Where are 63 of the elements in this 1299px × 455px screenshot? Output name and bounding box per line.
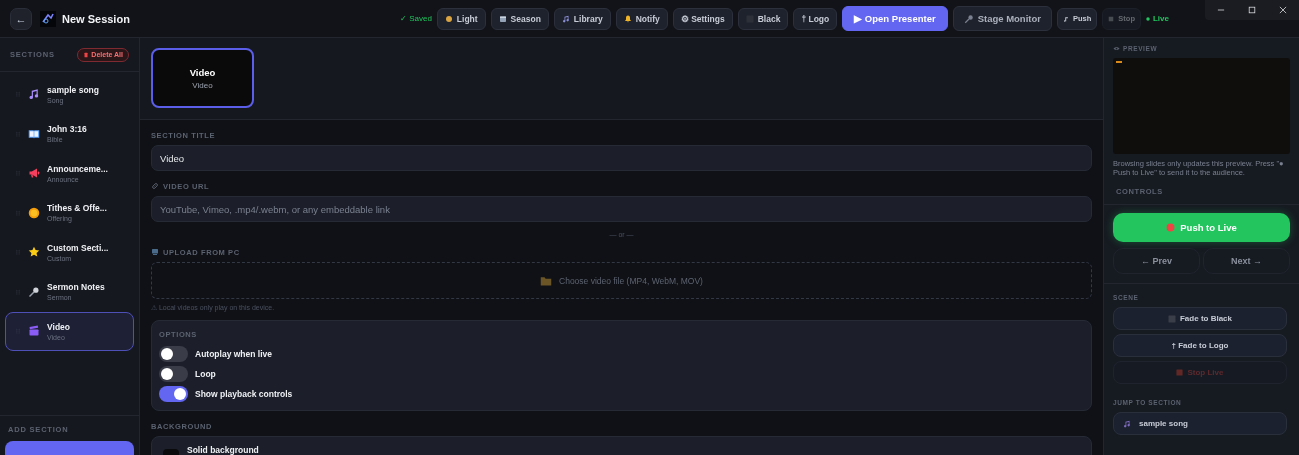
folder-icon	[540, 274, 553, 287]
section-title: John 3:16	[47, 124, 87, 135]
toolbar-button[interactable]: Notify	[615, 7, 668, 30]
eye-icon	[1113, 45, 1120, 52]
toggle-label: Loop	[195, 369, 216, 379]
jump-item[interactable]: sample song	[1113, 412, 1287, 435]
sun-icon	[444, 14, 453, 23]
toggle-switch[interactable]	[159, 346, 188, 362]
coin-icon	[28, 206, 40, 219]
section-title-field[interactable]: Video	[151, 145, 1092, 171]
music-note-icon	[561, 14, 570, 23]
background-option[interactable]: Solid background	[151, 436, 1092, 455]
stop-icon	[1176, 369, 1184, 376]
scene-button[interactable]: Fade to Black	[1113, 307, 1287, 330]
card-type: Video	[192, 80, 213, 90]
music-note-icon	[28, 88, 40, 101]
square-icon	[1168, 314, 1176, 323]
section-title: Tithes & Offe...	[47, 203, 107, 214]
live-status: Live	[1153, 14, 1169, 23]
toolbar-button[interactable]: Season	[490, 7, 549, 30]
music-note-icon	[1062, 15, 1069, 22]
bell-icon	[623, 14, 632, 23]
background-option-label: Solid background	[187, 445, 259, 455]
live-dot-icon	[1146, 16, 1150, 21]
back-button[interactable]: ←	[10, 7, 32, 30]
saved-status: ✓ Saved	[399, 14, 432, 23]
toolbar-button[interactable]: Light	[436, 7, 486, 30]
toggle-switch[interactable]	[159, 366, 188, 382]
megaphone-icon	[28, 167, 40, 180]
maximize-icon	[1247, 5, 1257, 15]
section-title: Video	[47, 321, 70, 332]
section-title: Custom Secti...	[47, 242, 109, 253]
toolbar-button[interactable]: Stage Monitor	[952, 6, 1052, 31]
link-icon	[151, 182, 159, 190]
preview-marker	[1116, 61, 1122, 63]
star-icon	[28, 246, 40, 259]
session-title: New Session	[62, 12, 130, 25]
toolbar-button[interactable]: ▶ Open Presenter	[842, 6, 948, 31]
computer-icon	[151, 248, 159, 256]
card-title: Video	[189, 66, 216, 78]
toolbar-button[interactable]: † Logo	[793, 7, 838, 30]
toolbar-button[interactable]: Library	[553, 7, 611, 30]
section-card[interactable]: Video Video	[151, 48, 254, 108]
book-icon	[28, 127, 40, 140]
close-icon	[1278, 5, 1289, 15]
stop-icon	[1108, 15, 1115, 22]
calendar-icon	[498, 14, 507, 23]
toolbar-button[interactable]: ⚙ Settings	[672, 7, 733, 30]
clapperboard-icon	[28, 325, 40, 338]
trash-icon	[83, 51, 90, 58]
toolbar-button[interactable]: Black	[737, 7, 789, 30]
section-title: sample song	[47, 84, 99, 95]
microphone-icon	[963, 13, 974, 24]
toggle-label: Autoplay when live	[195, 349, 272, 359]
section-title: Sermon Notes	[47, 282, 105, 293]
toggle-label: Show playback controls	[195, 389, 293, 399]
record-dot-icon	[1166, 223, 1176, 232]
section-title: Announceme...	[47, 163, 108, 174]
microphone-icon	[28, 285, 40, 298]
music-note-icon	[1123, 419, 1131, 428]
scene-button[interactable]: † Fade to Logo	[1113, 334, 1287, 357]
toggle-switch[interactable]	[159, 386, 188, 402]
video-url-field[interactable]: YouTube, Vimeo, .mp4/.webm, or any embeddable link	[151, 196, 1092, 222]
